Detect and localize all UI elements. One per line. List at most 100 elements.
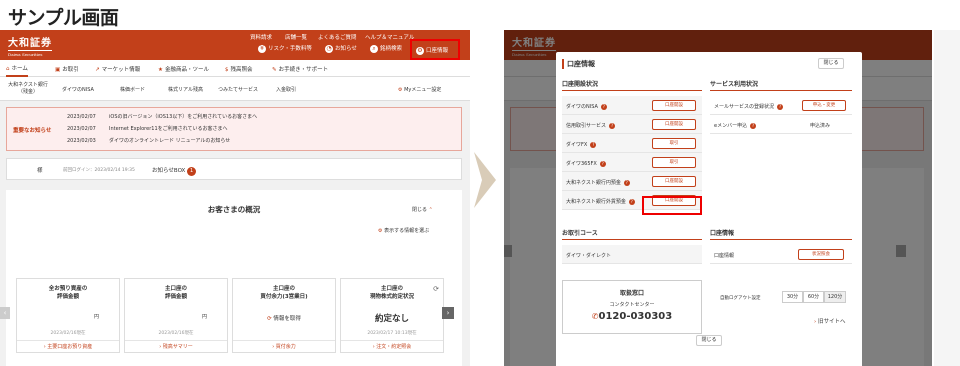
- risk-fee-link[interactable]: ¥ リスク・手数料等: [258, 44, 312, 53]
- contact-title: 取扱窓口: [619, 290, 644, 297]
- chart-icon: ↗: [95, 67, 100, 73]
- help-icon[interactable]: ?: [623, 179, 630, 186]
- site-header: 大和証券 Daiwa Securities 資料請求 店舗一覧 よくあるご質問 ヘ…: [0, 30, 470, 60]
- card-link[interactable]: › 注文・約定照会: [341, 340, 443, 352]
- notice-item[interactable]: 2023/02/07 Internet Explorer11をご利用されているお客…: [67, 125, 227, 132]
- open-account-button[interactable]: 口座開設: [652, 100, 696, 111]
- card-link[interactable]: › 残高サマリー: [125, 340, 227, 352]
- my-menu-settings[interactable]: ⚙ Myメニュー設定: [398, 86, 441, 93]
- close-button[interactable]: 閉じる: [818, 58, 844, 69]
- card-value: 約定なし: [374, 314, 409, 324]
- emember-status: 申込済み: [810, 123, 831, 129]
- account-row: ダイワFX? 取引: [562, 134, 702, 153]
- logo[interactable]: 大和証券 Daiwa Securities: [8, 34, 52, 57]
- logout-120-option[interactable]: 120分: [824, 291, 846, 303]
- carousel-next-button[interactable]: ›: [442, 307, 454, 319]
- logout-30-option[interactable]: 30分: [782, 291, 803, 303]
- open-account-button[interactable]: 口座開設: [652, 119, 696, 130]
- carousel-next-button[interactable]: [896, 245, 906, 257]
- important-notice: 重要なお知らせ 2023/02/07 iOSの旧バージョン（iOS13以下）をご利…: [6, 107, 462, 151]
- help-icon[interactable]: ?: [777, 103, 784, 110]
- card-title: 全お預り資産の 評価金額: [48, 286, 88, 300]
- sub-board[interactable]: 株価ボード: [120, 86, 145, 93]
- card-date: 2023/02/16現在: [158, 331, 194, 336]
- nav-support[interactable]: ✎ お手続き・サポート: [272, 65, 328, 73]
- sub-nisa[interactable]: ダイワのNISA: [62, 86, 94, 93]
- trade-button[interactable]: 取引: [652, 138, 696, 149]
- star-icon: ★: [158, 67, 163, 73]
- nav-balance[interactable]: $ 残高照会: [225, 65, 253, 73]
- card-title: 主口座の 評価金額: [164, 286, 187, 300]
- account-row: 信用取引サービス? 口座開設: [562, 115, 702, 134]
- sub-deposit[interactable]: 入金取引: [276, 86, 296, 93]
- customer-info-bar: 様 前回ログイン：2023/02/14 19:35 お知らせBOX 1: [6, 158, 462, 180]
- status-inquiry-button[interactable]: 状況照会: [798, 249, 844, 260]
- account-info-button[interactable]: ⚙ 口座情報: [410, 39, 460, 60]
- card-date: 2023/02/17 10:13現在: [367, 331, 417, 336]
- help-icon[interactable]: ?: [609, 122, 616, 129]
- course-row: ダイワ・ダイレクト: [562, 245, 702, 264]
- help-icon[interactable]: ?: [628, 198, 635, 205]
- card-title: 主口座の 買付余力(3営業日): [260, 286, 308, 300]
- bell-icon: ◔: [325, 44, 333, 53]
- section-account-info: 口座情報: [710, 228, 852, 240]
- overview-close[interactable]: 閉じる ⌃: [412, 206, 433, 213]
- gear-icon: ⚙: [378, 228, 383, 234]
- help-icon[interactable]: ?: [599, 160, 606, 167]
- help-icon[interactable]: ?: [750, 122, 757, 129]
- carousel-prev-button[interactable]: ‹: [0, 307, 10, 319]
- notice-label: 重要なお知らせ: [13, 128, 52, 134]
- notice-item[interactable]: 2023/02/07 iOSの旧バージョン（iOS13以下）をご利用されているお客…: [67, 113, 257, 120]
- notice-box-link[interactable]: お知らせBOX 1: [152, 166, 197, 176]
- help-icon[interactable]: ?: [590, 141, 597, 148]
- modal-title: 口座情報: [562, 59, 595, 69]
- card-link[interactable]: › 主要口座お預り資産: [17, 340, 119, 352]
- notice-item[interactable]: 2023/02/03 ダイワのオンライントレード リニューアルのお知らせ: [67, 137, 230, 144]
- close-button-bottom[interactable]: 閉じる: [696, 335, 722, 346]
- contact-box: 取扱窓口 コンタクトセンター ✆0120-030303: [562, 280, 702, 334]
- trade-button[interactable]: 取引: [652, 157, 696, 168]
- next-panel: [6, 354, 462, 366]
- nav-products[interactable]: ★ 金融商品・ツール: [158, 65, 209, 73]
- sub-bank[interactable]: 大和ネクスト銀行（残金）: [4, 82, 52, 96]
- left-screenshot: 大和証券 Daiwa Securities 資料請求 店舗一覧 よくあるご質問 ヘ…: [0, 30, 470, 366]
- sub-tsumitate[interactable]: つみたてサービス: [218, 86, 258, 93]
- open-account-button[interactable]: 口座開設: [652, 176, 696, 187]
- card-link[interactable]: › 買付余力: [233, 340, 335, 352]
- customer-name: 様: [37, 168, 43, 174]
- refresh-icon: ⟳: [267, 316, 272, 322]
- notice-badge: 1: [187, 167, 197, 176]
- account-row: 大和ネクスト銀行円預金? 口座開設: [562, 172, 702, 191]
- pen-icon: ✎: [272, 67, 277, 73]
- transition-arrow-icon: [474, 152, 496, 208]
- nav-home[interactable]: ⌂ ホーム: [6, 64, 28, 77]
- card-value: 円: [93, 314, 99, 320]
- top-link-help[interactable]: ヘルプ＆マニュアル: [365, 33, 414, 41]
- overview-title: お客さまの概況: [207, 205, 261, 214]
- old-site-link[interactable]: › 旧サイトへ: [814, 317, 845, 325]
- right-screenshot: 大和証券Daiwa Securities 口座情報 閉じる 口座開設状況 ダイワ…: [504, 30, 932, 366]
- mail-service-button[interactable]: 申込・変更: [802, 100, 846, 111]
- search-icon: ⌕: [370, 44, 378, 53]
- top-link-stores[interactable]: 店舗一覧: [285, 33, 307, 41]
- phone-number[interactable]: ✆0120-030303: [563, 311, 701, 322]
- last-login: 前回ログイン：2023/02/14 19:35: [63, 168, 135, 173]
- nav-trade[interactable]: ▣ お取引: [55, 65, 79, 73]
- top-link-faq[interactable]: よくあるご質問: [318, 33, 357, 41]
- sub-real[interactable]: 株式リアル残高: [168, 86, 203, 93]
- stock-search-link[interactable]: ⌕ 銘柄検索: [370, 44, 402, 53]
- news-link[interactable]: ◔ お知らせ: [325, 44, 357, 53]
- logout-60-option[interactable]: 60分: [803, 291, 824, 303]
- help-icon[interactable]: ?: [600, 103, 607, 110]
- sub-nav: 大和ネクスト銀行（残金） ダイワのNISA 株価ボード 株式リアル残高 つみたて…: [0, 77, 470, 101]
- yen-icon: ¥: [258, 44, 266, 53]
- select-info-link[interactable]: ⚙ 表示する情報を選ぶ: [378, 227, 429, 234]
- nav-market[interactable]: ↗ マーケット情報: [95, 65, 140, 73]
- carousel-prev-button[interactable]: [504, 245, 512, 257]
- auto-logout-label: 自動ログアウト設定: [720, 296, 761, 301]
- account-row: ダイワのNISA? 口座開設: [562, 96, 702, 115]
- refresh-icon[interactable]: ⟳: [433, 285, 439, 293]
- fetch-info-button[interactable]: ⟳ 情報を取得: [233, 314, 335, 322]
- top-link-docs[interactable]: 資料請求: [250, 33, 272, 41]
- main-nav: ⌂ ホーム ▣ お取引 ↗ マーケット情報 ★ 金融商品・ツール $ 残高照会 ✎ お手続き…: [0, 60, 470, 77]
